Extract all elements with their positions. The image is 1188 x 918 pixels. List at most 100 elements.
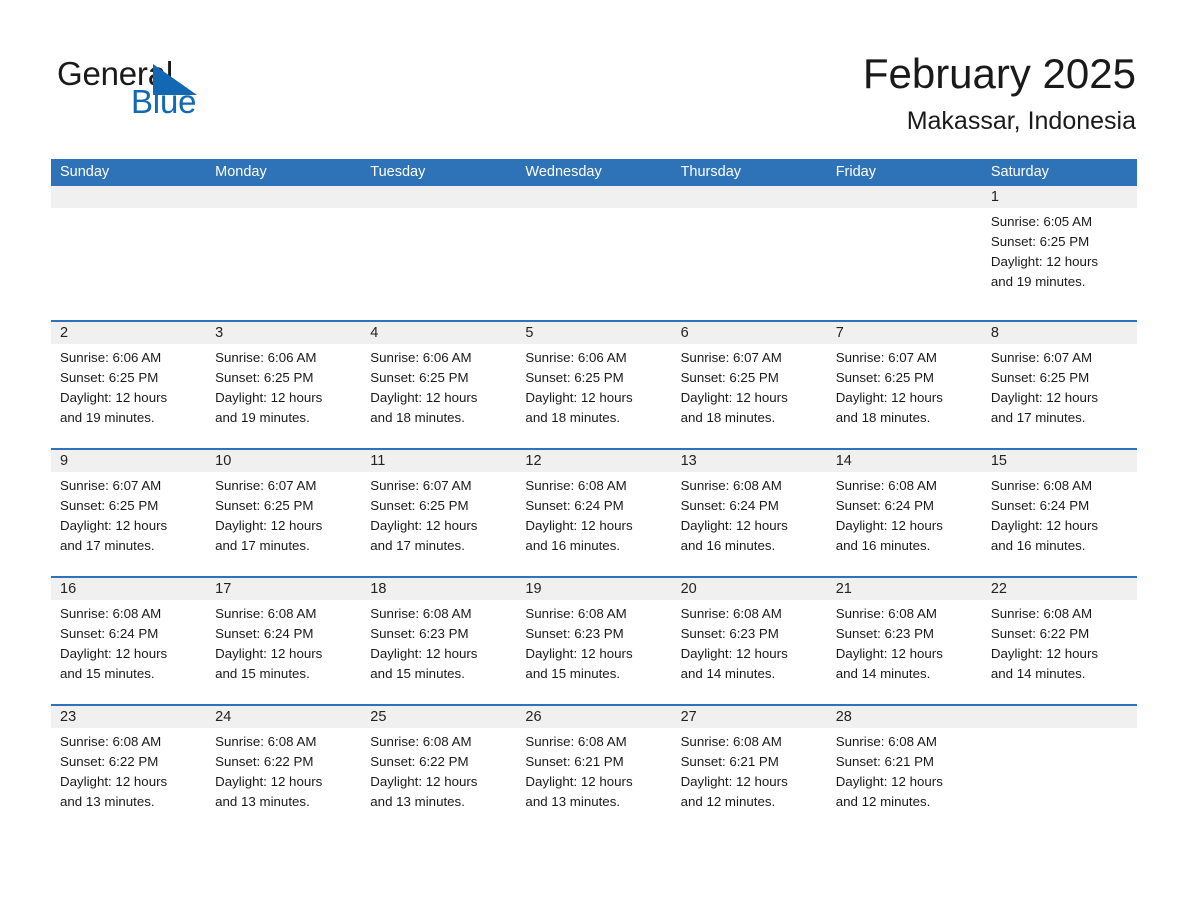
calendar-day-cell-empty [671,186,827,320]
day-details [827,208,982,320]
day-details: Sunrise: 6:08 AM Sunset: 6:22 PM Daylight:… [206,728,361,832]
sunset-text: Sunset: 6:23 PM [835,626,935,641]
sunrise-text: Sunrise: 6:08 AM [525,606,627,621]
sunset-text: Sunset: 6:22 PM [215,754,314,769]
calendar-day-cell[interactable]: 11 Sunrise: 6:07 AM Sunset: 6:25 PM Dayligh… [361,450,517,576]
daylight-text-line2: and 14 minutes. [835,666,931,681]
weekday-header-sunday: Sunday [60,164,110,180]
calendar-day-cell[interactable]: 20 Sunrise: 6:08 AM Sunset: 6:23 PM Dayligh… [671,578,827,704]
daylight-text-line1: Daylight: 12 hours [215,774,323,789]
calendar-day-cell[interactable]: 15 Sunrise: 6:08 AM Sunset: 6:24 PM Dayligh… [981,450,1137,576]
sunset-text: Sunset: 6:25 PM [370,370,469,385]
daylight-text-line2: and 17 minutes. [990,410,1086,425]
daylight-text-line1: Daylight: 12 hours [835,774,943,789]
daylight-text-line1: Daylight: 12 hours [835,646,943,661]
calendar-day-cell-empty [516,186,672,320]
sunset-text: Sunset: 6:21 PM [525,754,624,769]
calendar-week-row: 23 Sunrise: 6:08 AM Sunset: 6:22 PM Dayligh… [51,704,1137,832]
calendar-day-cell-empty [826,186,982,320]
daylight-text-line1: Daylight: 12 hours [990,518,1099,533]
calendar-table: Sunday Monday Tuesday Wednesday Thursday… [51,159,1137,832]
day-number: 17 [206,578,362,600]
calendar-day-cell[interactable]: 14 Sunrise: 6:08 AM Sunset: 6:24 PM Dayligh… [826,450,982,576]
calendar-week-row: 1 Sunrise: 6:05 AM Sunset: 6:25 PM Daylight… [51,186,1137,320]
day-details: Sunrise: 6:07 AM Sunset: 6:25 PM Daylight:… [672,344,827,448]
calendar-day-cell[interactable]: 3 Sunrise: 6:06 AM Sunset: 6:25 PM Daylight… [206,322,362,448]
calendar-day-cell[interactable]: 12 Sunrise: 6:08 AM Sunset: 6:24 PM Dayligh… [516,450,672,576]
logo-text-blue: Blue [131,83,197,120]
sunrise-text: Sunrise: 6:08 AM [525,734,627,749]
day-number: 7 [826,322,982,344]
calendar-day-cell[interactable]: 13 Sunrise: 6:08 AM Sunset: 6:24 PM Dayligh… [671,450,827,576]
day-number: 20 [671,578,827,600]
day-details: Sunrise: 6:08 AM Sunset: 6:22 PM Daylight:… [982,600,1137,704]
sunrise-text: Sunrise: 6:06 AM [370,350,472,365]
sunrise-text: Sunrise: 6:08 AM [680,606,782,621]
calendar-day-cell[interactable]: 1 Sunrise: 6:05 AM Sunset: 6:25 PM Daylight… [981,186,1137,320]
calendar-day-cell[interactable]: 22 Sunrise: 6:08 AM Sunset: 6:22 PM Dayligh… [981,578,1137,704]
sunset-text: Sunset: 6:22 PM [990,626,1090,641]
generalblue-logo[interactable]: General Blue [57,55,357,125]
calendar-day-cell[interactable]: 18 Sunrise: 6:08 AM Sunset: 6:23 PM Dayligh… [361,578,517,704]
sunset-text: Sunset: 6:25 PM [990,370,1090,385]
calendar-day-cell[interactable]: 4 Sunrise: 6:06 AM Sunset: 6:25 PM Daylight… [361,322,517,448]
sunrise-text: Sunrise: 6:08 AM [990,606,1093,621]
day-details: Sunrise: 6:06 AM Sunset: 6:25 PM Daylight:… [206,344,361,448]
day-details: Sunrise: 6:08 AM Sunset: 6:23 PM Daylight:… [827,600,982,704]
calendar-day-cell[interactable]: 5 Sunrise: 6:06 AM Sunset: 6:25 PM Daylight… [516,322,672,448]
sunset-text: Sunset: 6:25 PM [215,370,314,385]
sunrise-text: Sunrise: 6:06 AM [60,350,162,365]
day-details [51,208,206,320]
daylight-text-line1: Daylight: 12 hours [60,774,168,789]
sunset-text: Sunset: 6:24 PM [60,626,159,641]
calendar-day-cell[interactable]: 17 Sunrise: 6:08 AM Sunset: 6:24 PM Dayligh… [206,578,362,704]
calendar-day-cell[interactable]: 6 Sunrise: 6:07 AM Sunset: 6:25 PM Daylight… [671,322,827,448]
sunrise-text: Sunrise: 6:07 AM [370,478,472,493]
day-number: 3 [206,322,362,344]
sunset-text: Sunset: 6:25 PM [370,498,469,513]
calendar-day-cell[interactable]: 25 Sunrise: 6:08 AM Sunset: 6:22 PM Dayligh… [361,706,517,832]
daylight-text-line2: and 17 minutes. [60,538,155,553]
sunrise-text: Sunrise: 6:07 AM [680,350,782,365]
calendar-day-cell[interactable]: 23 Sunrise: 6:08 AM Sunset: 6:22 PM Dayligh… [51,706,207,832]
calendar-day-cell-empty [206,186,362,320]
sunset-text: Sunset: 6:23 PM [370,626,469,641]
weekday-header-monday: Monday [215,164,267,180]
calendar-day-cell[interactable]: 26 Sunrise: 6:08 AM Sunset: 6:21 PM Dayligh… [516,706,672,832]
calendar-day-cell[interactable]: 8 Sunrise: 6:07 AM Sunset: 6:25 PM Daylight… [981,322,1137,448]
calendar-day-cell[interactable]: 9 Sunrise: 6:07 AM Sunset: 6:25 PM Daylight… [51,450,207,576]
sunrise-text: Sunrise: 6:08 AM [835,478,937,493]
day-number [516,186,672,208]
calendar-day-cell[interactable]: 28 Sunrise: 6:08 AM Sunset: 6:21 PM Dayligh… [826,706,982,832]
day-details: Sunrise: 6:07 AM Sunset: 6:25 PM Daylight:… [982,344,1137,448]
calendar-day-cell[interactable]: 16 Sunrise: 6:08 AM Sunset: 6:24 PM Dayligh… [51,578,207,704]
calendar-week-row: 2 Sunrise: 6:06 AM Sunset: 6:25 PM Daylight… [51,320,1137,448]
day-number [51,186,207,208]
day-details [672,208,827,320]
daylight-text-line1: Daylight: 12 hours [60,390,168,405]
day-number [361,186,517,208]
calendar-day-cell[interactable]: 27 Sunrise: 6:08 AM Sunset: 6:21 PM Dayligh… [671,706,827,832]
sunrise-text: Sunrise: 6:05 AM [990,214,1093,229]
calendar-day-cell-empty [981,706,1137,832]
sunrise-text: Sunrise: 6:07 AM [990,350,1093,365]
calendar-day-cell[interactable]: 24 Sunrise: 6:08 AM Sunset: 6:22 PM Dayligh… [206,706,362,832]
sunrise-text: Sunrise: 6:08 AM [370,606,472,621]
day-details: Sunrise: 6:08 AM Sunset: 6:23 PM Daylight:… [672,600,827,704]
day-details: Sunrise: 6:06 AM Sunset: 6:25 PM Daylight:… [51,344,206,448]
day-number: 6 [671,322,827,344]
calendar-day-cell[interactable]: 7 Sunrise: 6:07 AM Sunset: 6:25 PM Daylight… [826,322,982,448]
calendar-day-cell[interactable]: 2 Sunrise: 6:06 AM Sunset: 6:25 PM Daylight… [51,322,207,448]
calendar-day-cell[interactable]: 19 Sunrise: 6:08 AM Sunset: 6:23 PM Dayligh… [516,578,672,704]
daylight-text-line1: Daylight: 12 hours [525,646,633,661]
day-details: Sunrise: 6:07 AM Sunset: 6:25 PM Daylight:… [206,472,361,576]
daylight-text-line2: and 14 minutes. [990,666,1086,681]
calendar-day-cell[interactable]: 10 Sunrise: 6:07 AM Sunset: 6:25 PM Dayligh… [206,450,362,576]
day-details: Sunrise: 6:06 AM Sunset: 6:25 PM Daylight:… [516,344,671,448]
daylight-text-line2: and 16 minutes. [835,538,931,553]
daylight-text-line2: and 19 minutes. [60,410,155,425]
calendar-page: General Blue February 2025 Makassar, Ind… [0,0,1188,918]
day-number: 12 [516,450,672,472]
day-details: Sunrise: 6:06 AM Sunset: 6:25 PM Daylight:… [361,344,516,448]
calendar-day-cell[interactable]: 21 Sunrise: 6:08 AM Sunset: 6:23 PM Dayligh… [826,578,982,704]
